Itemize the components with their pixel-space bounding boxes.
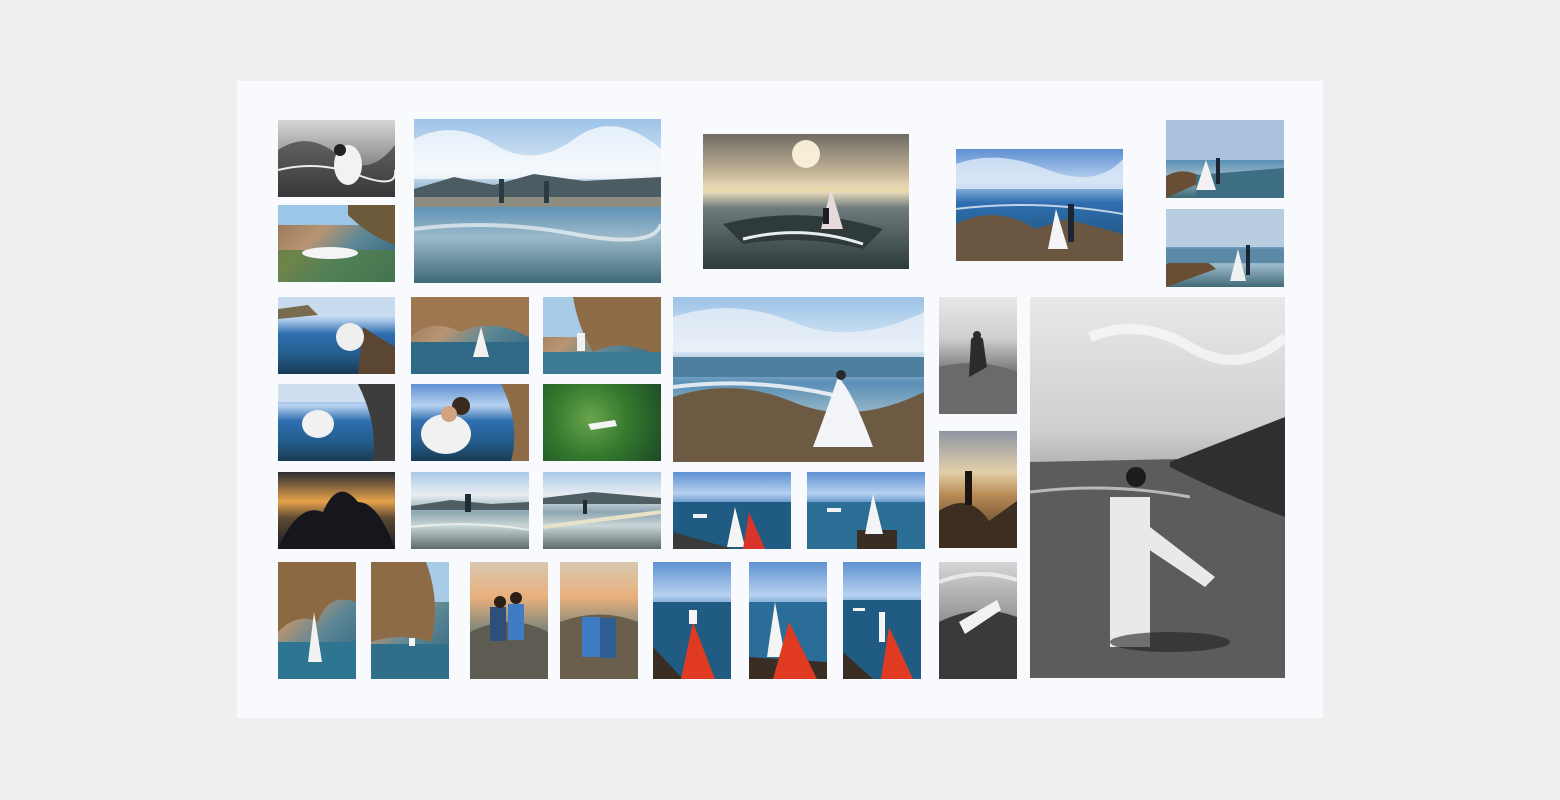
photo-couple-close-up-water[interactable] bbox=[278, 384, 395, 461]
photo-couple-dusk-close[interactable] bbox=[278, 472, 395, 549]
photo-bride-red-dress-dock[interactable] bbox=[653, 562, 731, 679]
photo-couple-on-rocky-shore[interactable] bbox=[956, 149, 1123, 261]
photo-couple-on-rocks-bw[interactable] bbox=[278, 120, 395, 197]
photo-couple-on-reflective-flats[interactable] bbox=[414, 119, 661, 283]
photo-couple-in-cave-water[interactable] bbox=[411, 297, 529, 374]
photo-couple-on-flats-calm[interactable] bbox=[411, 472, 529, 549]
photo-figure-floating-green-water[interactable] bbox=[543, 384, 661, 461]
photo-groom-in-cave[interactable] bbox=[278, 562, 356, 679]
photo-couple-lying-in-tidepool[interactable] bbox=[278, 205, 395, 282]
photo-couple-kiss-bw-large[interactable] bbox=[1030, 297, 1285, 678]
photo-couple-embrace-sunset-rocks[interactable] bbox=[560, 562, 638, 679]
photo-couple-silhouette-sunset[interactable] bbox=[939, 431, 1017, 548]
photo-couple-in-water-blue[interactable] bbox=[278, 297, 395, 374]
photo-couple-close-up-water-2[interactable] bbox=[411, 384, 529, 461]
photo-proposal-on-rock-at-sunset[interactable] bbox=[703, 134, 909, 269]
photo-couple-lying-water-bw[interactable] bbox=[939, 562, 1017, 679]
photo-collage-board bbox=[237, 81, 1323, 718]
photo-couple-on-dock-blue[interactable] bbox=[673, 472, 791, 549]
photo-groom-in-cave-water[interactable] bbox=[543, 297, 661, 374]
photo-couple-sitting-rocks[interactable] bbox=[470, 562, 548, 679]
photo-couple-walking-flats[interactable] bbox=[543, 472, 661, 549]
photo-couple-red-dress-dock-wide[interactable] bbox=[843, 562, 921, 679]
photo-couple-silhouette-bw[interactable] bbox=[939, 297, 1017, 414]
photo-couple-red-dress-dock[interactable] bbox=[749, 562, 827, 679]
photo-groom-on-dock[interactable] bbox=[807, 472, 925, 549]
photo-bride-on-rocks-waves[interactable] bbox=[673, 297, 924, 462]
photo-bride-on-rocks-by-sea[interactable] bbox=[1166, 209, 1284, 287]
photo-cave-water-couple[interactable] bbox=[371, 562, 449, 679]
photo-couple-on-rocks-by-sea[interactable] bbox=[1166, 120, 1284, 198]
